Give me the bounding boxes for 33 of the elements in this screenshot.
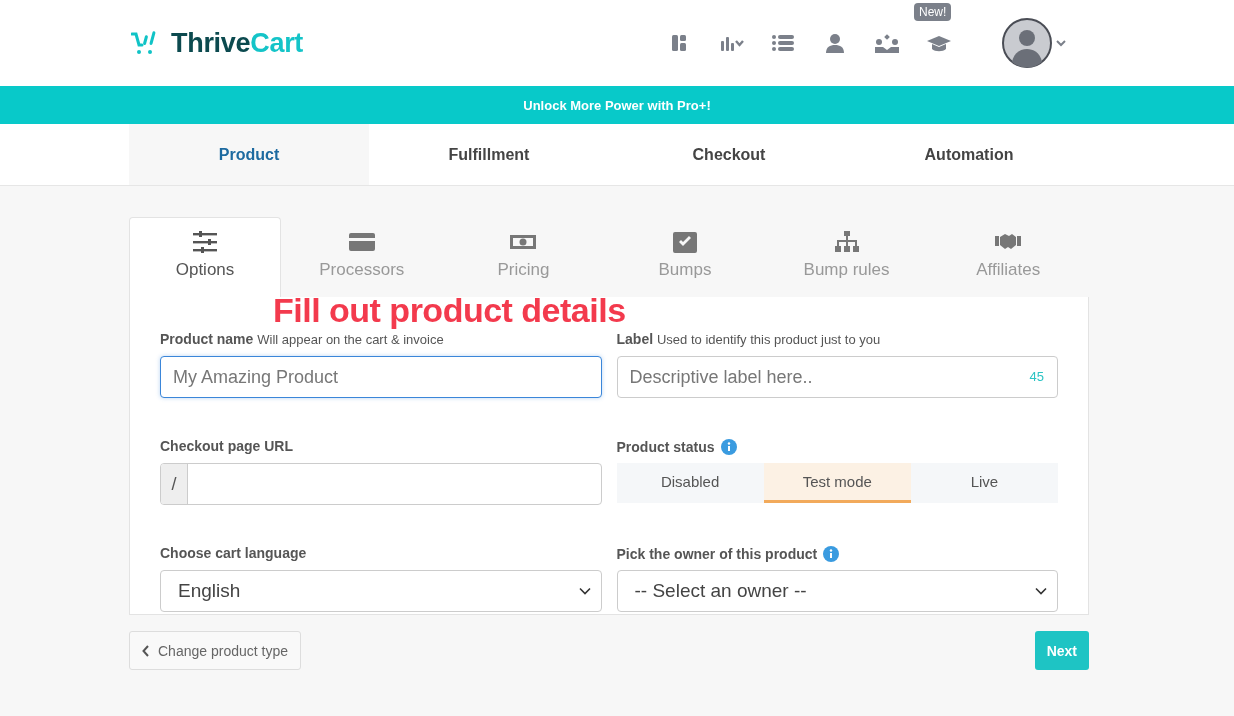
owner-select[interactable]: -- Select an owner -- [616,570,1058,612]
caret-icon[interactable] [1056,39,1066,47]
status-option[interactable]: Test mode [763,463,911,503]
new-badge: New! [914,3,952,21]
field-label: Pick the owner of this product [616,545,818,562]
language-select[interactable]: English [160,570,602,612]
list-icon[interactable] [770,33,796,53]
status-option[interactable]: Live [910,463,1058,503]
field-label: Checkout page URL [160,438,294,455]
checkbox-icon [671,230,699,254]
field-label: Product status [616,438,715,455]
product-name-field[interactable]: My Amazing Product [160,356,602,398]
avatar[interactable] [1002,18,1052,68]
back-button[interactable]: Change product type [129,631,301,670]
info-icon[interactable] [720,438,737,455]
credit-card-icon [347,230,376,254]
status-option[interactable]: Disabled [616,463,764,503]
field-label: Choose cart language [160,545,308,562]
character-counter: 45 [1029,369,1044,384]
sitemap-icon [832,230,861,254]
chevron-down-icon [578,587,591,595]
brand-logo[interactable]: ThriveCart [171,27,304,59]
info-icon[interactable] [823,545,840,562]
url-field[interactable]: / [160,463,602,505]
graduation-cap-icon[interactable] [926,33,952,53]
sliders-icon [191,230,219,254]
section-tab[interactable]: Product [129,124,369,185]
people-icon[interactable] [874,33,900,53]
field-label: Product name Will appear on the cart & invoice [160,331,445,348]
chevron-down-icon [1035,587,1047,595]
chevron-left-icon [142,644,150,657]
options-tab[interactable]: Options [129,217,281,297]
field-label: Label Used to identify this product just to you [616,331,882,348]
